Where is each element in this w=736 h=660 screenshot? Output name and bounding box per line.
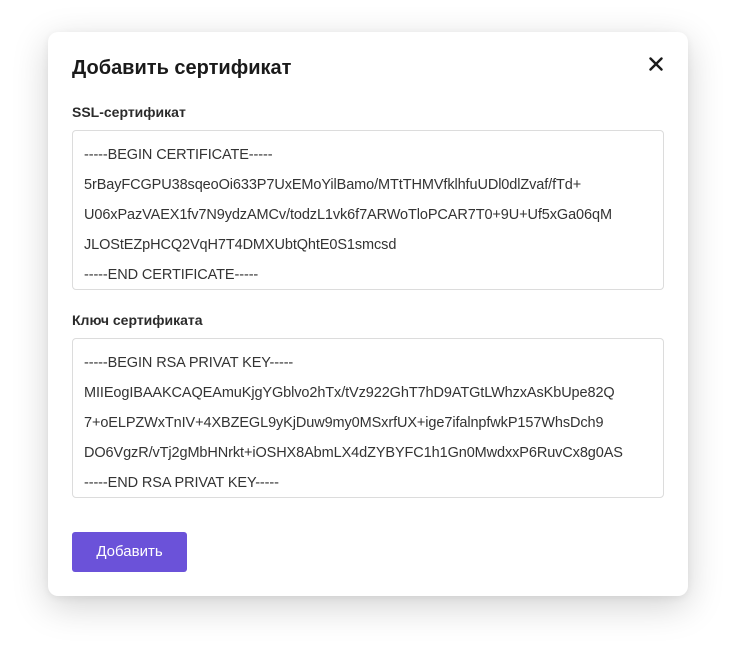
certificate-key-line: -----END RSA PRIVAT KEY----- <box>84 475 279 491</box>
certificate-key-line: MIIEogIBAAKCAQEAmuKjgYGblvo2hTx/tVz922Gh… <box>84 385 615 401</box>
ssl-certificate-field[interactable]: -----BEGIN CERTIFICATE----- 5rBayFCGPU38… <box>72 130 664 290</box>
certificate-key-field[interactable]: -----BEGIN RSA PRIVAT KEY----- MIIEogIBA… <box>72 338 664 498</box>
ssl-certificate-line: -----END CERTIFICATE----- <box>84 267 259 283</box>
add-button[interactable]: Добавить <box>72 532 187 572</box>
dialog-title: Добавить сертификат <box>72 57 292 79</box>
ssl-certificate-line: -----BEGIN CERTIFICATE----- <box>84 147 273 163</box>
close-icon <box>649 57 663 71</box>
certificate-key-line: 7+oELPZWxTnIV+4XBZEGL9yKjDuw9my0MSxrfUX+… <box>84 415 604 431</box>
ssl-certificate-line: JLOStEZpHCQ2VqH7T4DMXUbtQhtE0S1smcsd <box>84 237 397 253</box>
certificate-key-label: Ключ сертификата <box>72 312 203 328</box>
certificate-key-line: -----BEGIN RSA PRIVAT KEY----- <box>84 355 294 371</box>
ssl-certificate-label: SSL-сертификат <box>72 104 186 120</box>
close-button[interactable] <box>644 52 668 76</box>
add-certificate-dialog: Добавить сертификат SSL-сертификат -----… <box>48 32 688 596</box>
ssl-certificate-line: U06xPazVAEX1fv7N9ydzAMCv/todzL1vk6f7ARWo… <box>84 207 612 223</box>
ssl-certificate-line: 5rBayFCGPU38sqeoOi633P7UxEMoYilBamo/MTtT… <box>84 177 582 193</box>
certificate-key-line: DO6VgzR/vTj2gMbHNrkt+iOSHX8AbmLX4dZYBYFC… <box>84 445 623 461</box>
